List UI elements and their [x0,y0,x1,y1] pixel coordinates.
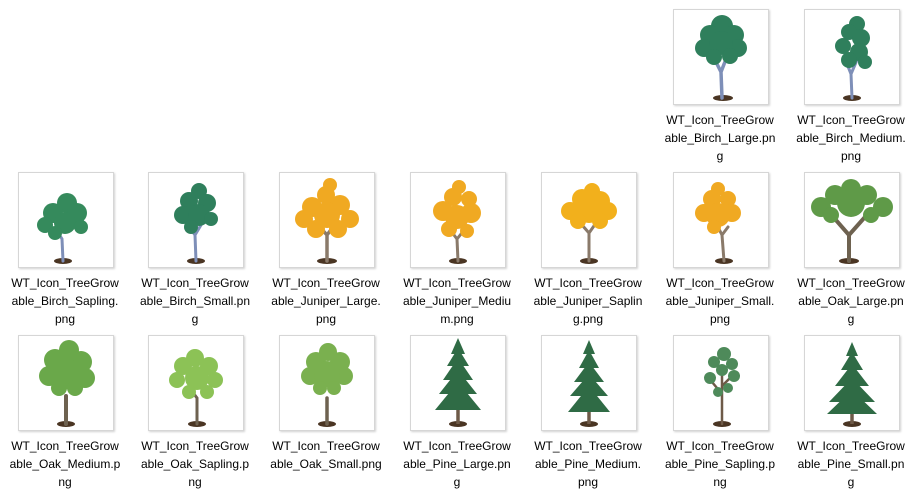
file-name-label: WT_Icon_TreeGrowable_Juniper_Sapling.png [533,276,643,326]
file-item[interactable]: WT_Icon_TreeGrowable_Pine_Medium.png [532,335,644,495]
thumbnail[interactable] [541,172,637,268]
thumbnail[interactable] [18,335,114,431]
file-item[interactable]: WT_Icon_TreeGrowable_Birch_Small.png [139,172,251,332]
thumbnail[interactable] [804,335,900,431]
pine-large-tree-icon [435,338,481,427]
file-name-label: WT_Icon_TreeGrowable_Oak_Sapling.png [140,439,250,489]
file-name-label: WT_Icon_TreeGrowable_Juniper_Small.png [665,276,775,326]
thumbnail[interactable] [673,335,769,431]
file-name-label: WT_Icon_TreeGrowable_Birch_Medium.png [796,113,906,163]
oak-sapling-tree-icon [169,349,223,427]
pine-small-tree-icon [827,342,877,427]
file-name-label: WT_Icon_TreeGrowable_Oak_Medium.png [9,439,121,489]
file-name-label: WT_Icon_TreeGrowable_Juniper_Medium.png [402,276,512,326]
file-item[interactable]: WT_Icon_TreeGrowable_Birch_Medium.png [795,9,907,169]
oak-small-tree-icon [301,343,353,427]
thumbnail[interactable] [148,335,244,431]
file-name-label: WT_Icon_TreeGrowable_Pine_Large.png [403,439,511,489]
birch-sapling-tree-icon [37,193,88,264]
juniper-large-tree-icon [295,178,359,264]
file-item[interactable]: WT_Icon_TreeGrowable_Juniper_Sapling.png [532,172,644,332]
thumbnail[interactable] [279,335,375,431]
pine-medium-tree-icon [568,340,610,427]
file-name-label: WT_Icon_TreeGrowable_Pine_Small.png [797,439,905,489]
file-item[interactable]: WT_Icon_TreeGrowable_Oak_Medium.png [9,335,121,495]
oak-large-tree-icon [811,179,893,264]
thumbnail[interactable] [541,335,637,431]
file-name-label: WT_Icon_TreeGrowable_Birch_Sapling.png [11,276,119,326]
birch-small-tree-icon [174,183,218,264]
thumbnail[interactable] [18,172,114,268]
thumbnail[interactable] [804,172,900,268]
thumbnail[interactable] [279,172,375,268]
file-name-label: WT_Icon_TreeGrowable_Juniper_Large.png [271,276,381,326]
birch-medium-tree-icon [835,16,872,101]
file-item[interactable]: WT_Icon_TreeGrowable_Birch_Sapling.png [9,172,121,332]
file-item[interactable]: WT_Icon_TreeGrowable_Pine_Large.png [401,335,513,495]
file-name-label: WT_Icon_TreeGrowable_Birch_Small.png [139,276,251,326]
thumbnail[interactable] [410,335,506,431]
file-item[interactable]: WT_Icon_TreeGrowable_Oak_Small.png [270,335,382,495]
juniper-sapling-tree-icon [561,183,617,264]
file-name-label: WT_Icon_TreeGrowable_Oak_Small.png [270,439,382,471]
file-item[interactable]: WT_Icon_TreeGrowable_Oak_Sapling.png [139,335,251,495]
pine-sapling-tree-icon [704,347,740,427]
file-item[interactable]: WT_Icon_TreeGrowable_Juniper_Medium.png [401,172,513,332]
file-name-label: WT_Icon_TreeGrowable_Pine_Medium.png [534,439,642,489]
file-item[interactable]: WT_Icon_TreeGrowable_Birch_Large.png [664,9,776,169]
thumbnail[interactable] [148,172,244,268]
file-name-label: WT_Icon_TreeGrowable_Pine_Sapling.png [664,439,776,489]
file-item[interactable]: WT_Icon_TreeGrowable_Pine_Small.png [795,335,907,495]
juniper-medium-tree-icon [433,180,481,264]
file-item[interactable]: WT_Icon_TreeGrowable_Pine_Sapling.png [664,335,776,495]
thumbnail[interactable] [673,172,769,268]
birch-large-tree-icon [695,15,747,101]
thumbnail[interactable] [410,172,506,268]
file-item[interactable]: WT_Icon_TreeGrowable_Juniper_Small.png [664,172,776,332]
file-name-label: WT_Icon_TreeGrowable_Birch_Large.png [664,113,776,163]
thumbnail[interactable] [804,9,900,105]
file-item[interactable]: WT_Icon_TreeGrowable_Oak_Large.png [795,172,907,332]
file-name-label: WT_Icon_TreeGrowable_Oak_Large.png [797,276,905,326]
file-item[interactable]: WT_Icon_TreeGrowable_Juniper_Large.png [270,172,382,332]
thumbnail[interactable] [673,9,769,105]
oak-medium-tree-icon [39,340,95,427]
juniper-small-tree-icon [695,182,741,264]
